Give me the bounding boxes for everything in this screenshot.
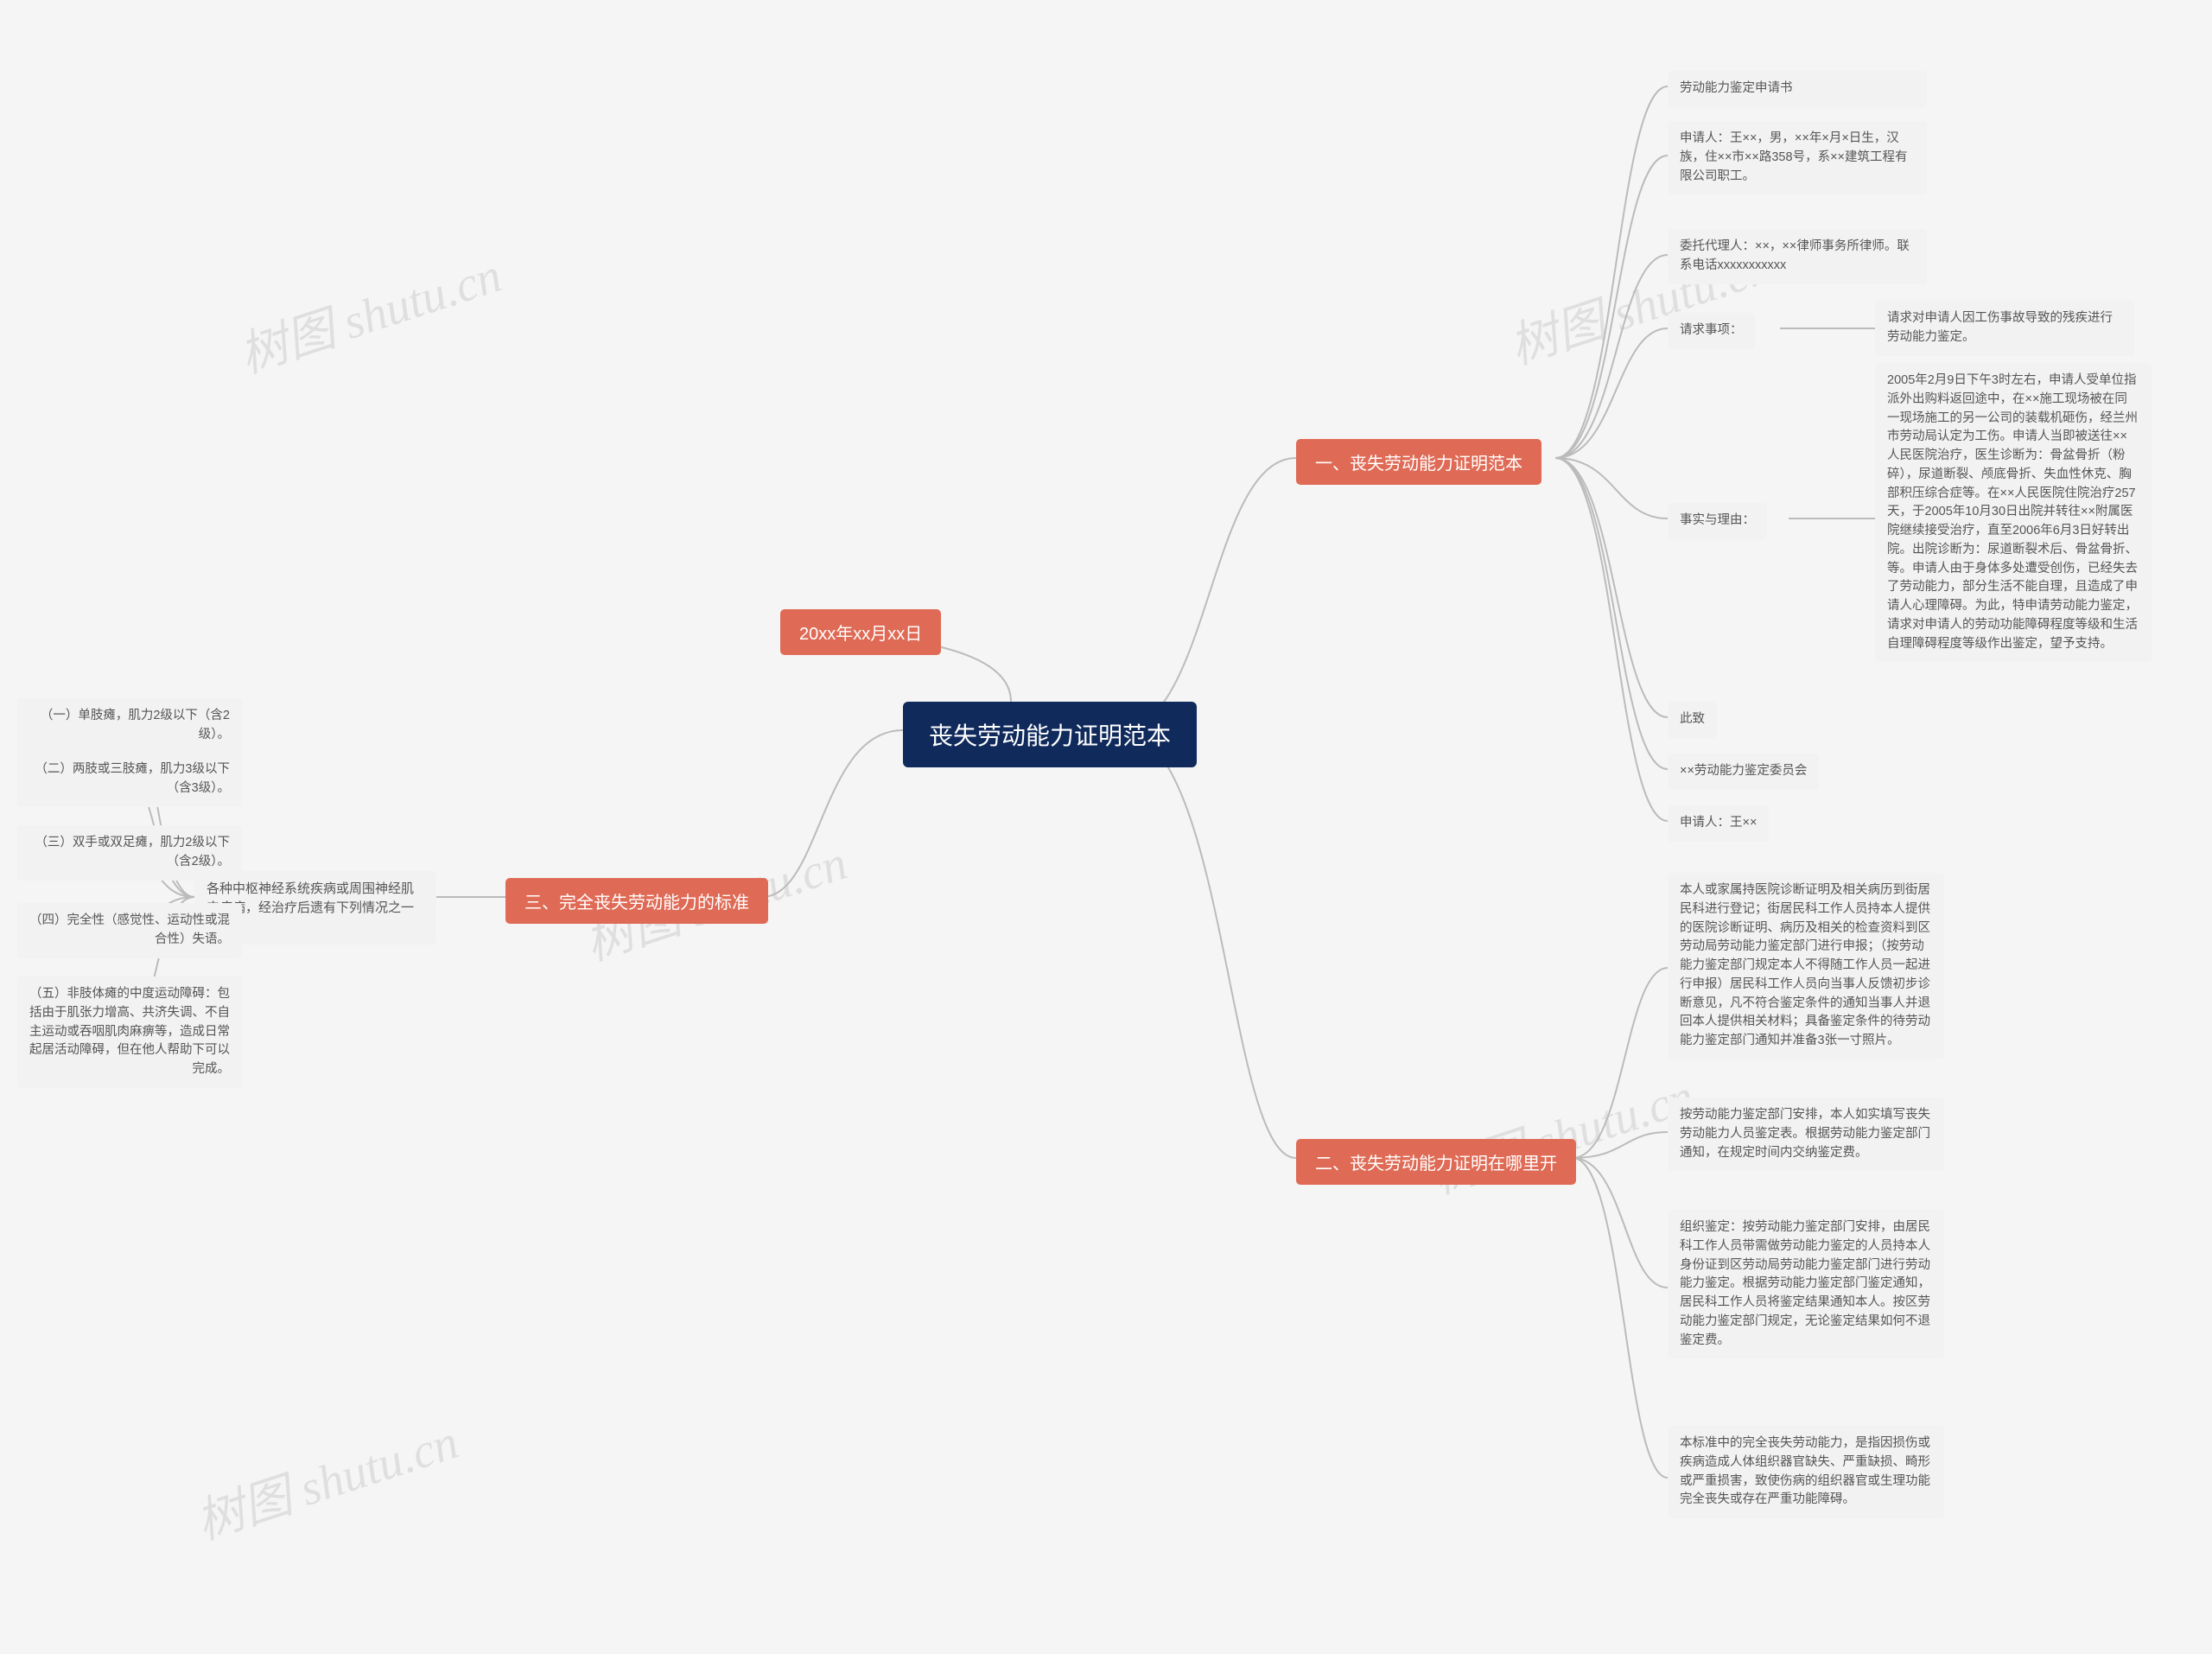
leaf-one-h[interactable]: 申请人：王××: [1668, 805, 1769, 842]
leaf-three-c[interactable]: （三）双手或双足瘫，肌力2级以下（含2级）。: [17, 825, 242, 881]
leaf-one-e-label[interactable]: 事实与理由：: [1668, 503, 1767, 539]
watermark: 树图 shutu.cn: [186, 1403, 466, 1553]
watermark: 树图 shutu.cn: [229, 236, 509, 386]
leaf-three-a[interactable]: （一）单肢瘫，肌力2级以下（含2级）。: [17, 698, 242, 754]
root-node[interactable]: 丧失劳动能力证明范本: [903, 702, 1197, 767]
branch-two[interactable]: 二、丧失劳动能力证明在哪里开: [1296, 1139, 1576, 1185]
leaf-three-e[interactable]: （五）非肢体瘫的中度运动障碍：包括由于肌张力增高、共济失调、不自主运动或吞咽肌肉…: [17, 976, 242, 1088]
leaf-two-d[interactable]: 本标准中的完全丧失劳动能力，是指因损伤或疾病造成人体组织器官缺失、严重缺损、畸形…: [1668, 1426, 1944, 1518]
leaf-three-d[interactable]: （四）完全性（感觉性、运动性或混合性）失语。: [17, 903, 242, 958]
leaf-one-d-content[interactable]: 请求对申请人因工伤事故导致的残疾进行劳动能力鉴定。: [1875, 301, 2134, 356]
leaf-one-b[interactable]: 申请人：王××，男，××年×月×日生，汉族，住××市××路358号，系××建筑工…: [1668, 121, 1927, 194]
branch-three[interactable]: 三、完全丧失劳动能力的标准: [505, 878, 768, 924]
leaf-one-g[interactable]: ××劳动能力鉴定委员会: [1668, 754, 1819, 790]
leaf-one-f[interactable]: 此致: [1668, 702, 1717, 738]
watermark: 树图 shutu.cn: [1421, 1057, 1701, 1207]
leaf-one-a[interactable]: 劳动能力鉴定申请书: [1668, 71, 1927, 107]
branch-one[interactable]: 一、丧失劳动能力证明范本: [1296, 439, 1541, 485]
leaf-two-b[interactable]: 按劳动能力鉴定部门安排，本人如实填写丧失劳动能力人员鉴定表。根据劳动能力鉴定部门…: [1668, 1097, 1944, 1171]
leaf-three-b[interactable]: （二）两肢或三肢瘫，肌力3级以下（含3级）。: [17, 752, 242, 807]
branch-date[interactable]: 20xx年xx月xx日: [780, 609, 941, 655]
leaf-one-d-label[interactable]: 请求事项：: [1668, 313, 1755, 349]
leaf-one-e-content[interactable]: 2005年2月9日下午3时左右，申请人受单位指派外出购料返回途中，在××施工现场…: [1875, 363, 2152, 662]
mindmap-canvas: 树图 shutu.cn 树图 shutu.cn 树图 shutu.cn 树图 s…: [0, 0, 2212, 1654]
leaf-two-a[interactable]: 本人或家属持医院诊断证明及相关病历到街居民科进行登记；街居民科工作人员持本人提供…: [1668, 873, 1944, 1059]
leaf-one-c[interactable]: 委托代理人：××，××律师事务所律师。联系电话xxxxxxxxxxx: [1668, 229, 1927, 284]
leaf-two-c[interactable]: 组织鉴定：按劳动能力鉴定部门安排，由居民科工作人员带需做劳动能力鉴定的人员持本人…: [1668, 1210, 1944, 1358]
